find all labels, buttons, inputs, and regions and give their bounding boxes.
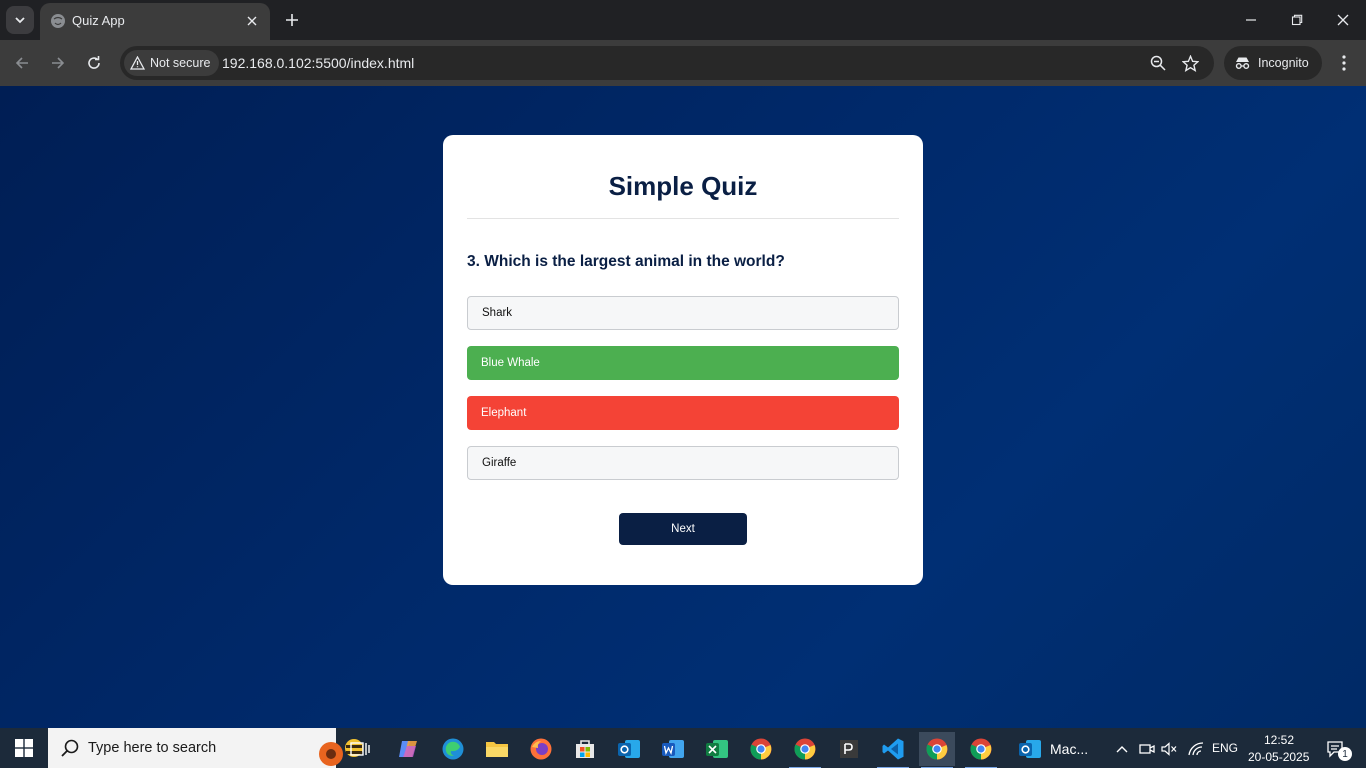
windows-logo-icon	[15, 739, 33, 757]
chrome-app[interactable]	[743, 732, 779, 766]
meet-now-button[interactable]	[1137, 732, 1157, 766]
restore-button[interactable]	[1274, 0, 1320, 40]
word-app[interactable]	[655, 732, 691, 766]
volume-button[interactable]	[1159, 732, 1179, 766]
minimize-button[interactable]	[1228, 0, 1274, 40]
close-icon	[1337, 14, 1349, 26]
start-button[interactable]	[0, 728, 48, 768]
taskbar-search-box[interactable]: Type here to search	[48, 728, 363, 768]
forward-button[interactable]	[43, 48, 73, 78]
task-view-icon	[350, 742, 370, 756]
new-tab-button[interactable]	[280, 8, 304, 32]
chevron-down-icon	[15, 17, 25, 24]
outlook-icon	[1019, 740, 1041, 758]
folder-icon	[486, 742, 508, 757]
notifications-button[interactable]: 1	[1318, 732, 1354, 766]
copilot-icon	[399, 741, 417, 757]
windows-taskbar: Type here to search Mac... ENG 12:52 20-…	[0, 728, 1366, 768]
search-icon	[61, 739, 79, 757]
open-window-label: Mac...	[1050, 741, 1089, 757]
title-divider	[467, 218, 899, 219]
vscode-app[interactable]	[875, 732, 911, 768]
star-icon	[1181, 54, 1199, 72]
browser-tab[interactable]: Quiz App	[40, 3, 270, 40]
tab-search-button[interactable]	[6, 6, 34, 34]
outlook-app[interactable]	[611, 732, 647, 766]
network-button[interactable]	[1186, 732, 1206, 766]
site-security-chip[interactable]: Not secure	[124, 50, 220, 76]
globe-icon	[51, 14, 65, 28]
chrome-second-window[interactable]	[963, 732, 999, 768]
excel-icon	[706, 740, 728, 758]
edge-app[interactable]	[435, 732, 471, 766]
clock-time[interactable]: 12:52	[1264, 733, 1294, 747]
zoom-out-icon	[1150, 55, 1166, 71]
arrow-left-icon	[15, 57, 28, 69]
restore-icon	[1291, 14, 1303, 26]
bookmark-button[interactable]	[1180, 53, 1200, 73]
close-icon	[247, 16, 257, 26]
arrow-right-icon	[52, 57, 65, 69]
wifi-icon	[1188, 742, 1204, 756]
reload-icon	[88, 56, 100, 69]
word-icon	[662, 740, 684, 758]
copilot-app[interactable]	[391, 732, 427, 766]
next-button[interactable]: Next	[619, 513, 747, 545]
file-explorer-app[interactable]	[479, 732, 515, 766]
tab-title: Quiz App	[72, 13, 125, 28]
tab-close-button[interactable]	[242, 11, 262, 31]
address-bar[interactable]: Not secure 192.168.0.102:5500/index.html	[120, 46, 1214, 80]
incognito-label: Incognito	[1258, 56, 1309, 70]
quiz-card: Simple Quiz 3. Which is the largest anim…	[443, 135, 923, 585]
show-hidden-icons-button[interactable]	[1112, 732, 1132, 766]
excel-app[interactable]	[699, 732, 735, 766]
camera-icon	[1139, 744, 1155, 754]
firefox-app[interactable]	[523, 732, 559, 766]
vscode-icon	[882, 738, 904, 760]
pycharm-app[interactable]	[831, 732, 867, 766]
answer-button-blue-whale[interactable]: Blue Whale	[467, 346, 899, 380]
security-label: Not secure	[150, 56, 211, 70]
chrome-icon	[926, 738, 948, 760]
minimize-icon	[1246, 19, 1256, 21]
url-text[interactable]: 192.168.0.102:5500/index.html	[222, 55, 414, 71]
incognito-icon	[1235, 57, 1250, 69]
clock-date[interactable]: 20-05-2025	[1248, 750, 1309, 764]
plus-icon	[286, 14, 298, 26]
close-window-button[interactable]	[1320, 0, 1366, 40]
quiz-title: Simple Quiz	[608, 171, 758, 201]
chrome-icon	[750, 738, 772, 760]
answer-button-elephant[interactable]: Elephant	[467, 396, 899, 430]
store-icon	[576, 740, 594, 758]
task-view-button[interactable]	[342, 732, 378, 766]
pycharm-icon	[840, 740, 858, 758]
incognito-indicator[interactable]: Incognito	[1224, 46, 1322, 80]
answer-button-shark[interactable]: Shark	[467, 296, 899, 330]
back-button[interactable]	[7, 48, 37, 78]
browser-menu-button[interactable]	[1330, 48, 1358, 78]
answer-button-giraffe[interactable]: Giraffe	[467, 446, 899, 480]
chrome-profile-app[interactable]	[787, 732, 823, 768]
microsoft-store-app[interactable]	[567, 732, 603, 766]
page-background: Simple Quiz 3. Which is the largest anim…	[0, 86, 1366, 728]
edge-icon	[442, 738, 464, 760]
chrome-active-window[interactable]	[919, 732, 955, 768]
chevron-up-icon	[1116, 746, 1128, 753]
outlook-icon	[618, 740, 640, 758]
browser-toolbar: Not secure 192.168.0.102:5500/index.html…	[0, 40, 1366, 86]
notification-count-badge: 1	[1338, 747, 1352, 761]
outlook-window-button[interactable]: Mac...	[1016, 732, 1100, 766]
language-indicator[interactable]: ENG	[1212, 741, 1238, 755]
question-text: 3. Which is the largest animal in the wo…	[467, 253, 785, 270]
warning-icon	[130, 56, 145, 70]
browser-tab-strip: Quiz App	[0, 0, 1366, 40]
zoom-button[interactable]	[1148, 53, 1168, 73]
speaker-muted-icon	[1160, 742, 1176, 756]
chrome-icon	[794, 738, 816, 760]
taskbar-search-placeholder: Type here to search	[88, 740, 217, 756]
firefox-icon	[530, 738, 552, 760]
more-vertical-icon	[1342, 55, 1346, 71]
chrome-icon	[970, 738, 992, 760]
reload-button[interactable]	[79, 48, 109, 78]
